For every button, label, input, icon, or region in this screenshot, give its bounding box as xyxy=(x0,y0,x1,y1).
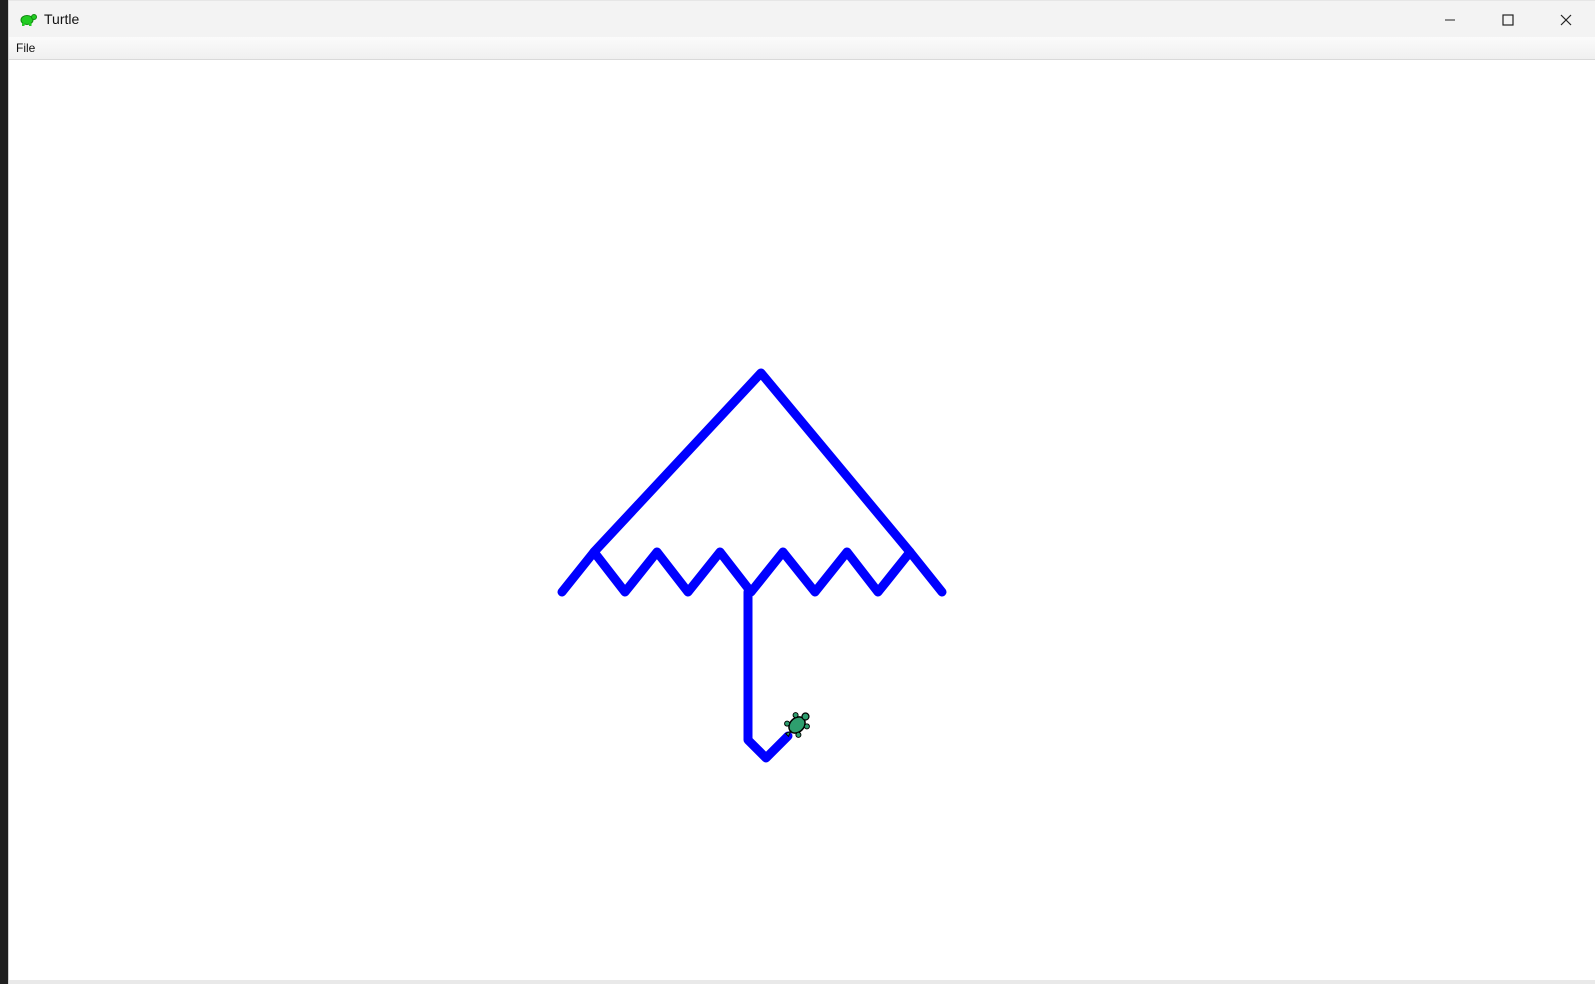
menu-file[interactable]: File xyxy=(14,41,37,55)
turtle-icon xyxy=(20,14,37,26)
window-bottom-edge xyxy=(9,980,1595,984)
umbrella-edge-line xyxy=(557,547,947,597)
minimize-icon xyxy=(1445,19,1455,20)
close-icon xyxy=(1560,14,1572,25)
turtle-drawing xyxy=(557,368,947,763)
title-bar[interactable]: Turtle xyxy=(9,0,1595,37)
close-button[interactable] xyxy=(1537,1,1595,38)
turtle-canvas[interactable] xyxy=(9,60,1595,980)
umbrella-handle-line xyxy=(743,587,793,763)
maximize-button[interactable] xyxy=(1479,1,1537,38)
maximize-icon xyxy=(1502,13,1514,26)
umbrella-canopy-line xyxy=(589,368,915,557)
window-title: Turtle xyxy=(44,11,80,27)
turtle-window: Turtle File xyxy=(8,0,1595,984)
minimize-button[interactable] xyxy=(1421,1,1479,38)
menu-bar: File xyxy=(9,37,1595,60)
